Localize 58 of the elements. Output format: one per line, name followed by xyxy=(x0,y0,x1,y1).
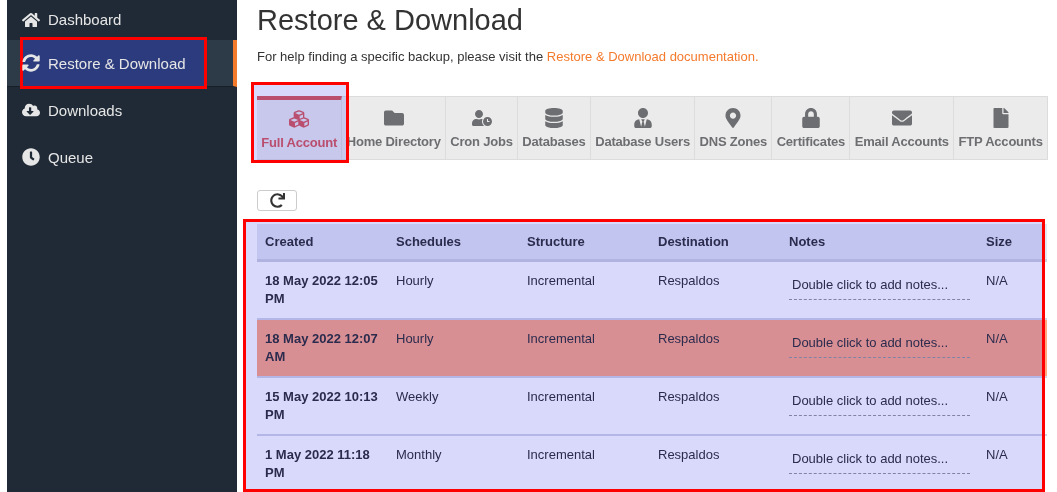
table-row[interactable]: 15 May 2022 10:13 PM Weekly Incremental Respaldos Double click to add notes... N/A xyxy=(257,377,1047,435)
table-cell: Respaldos xyxy=(650,377,781,435)
user-clock-icon xyxy=(471,107,492,128)
tab[interactable]: Databases xyxy=(518,96,591,160)
cubes-icon xyxy=(289,109,310,129)
table-cell: 18 May 2022 12:05 PM xyxy=(257,260,388,319)
table-row[interactable]: 18 May 2022 12:05 PM Hourly Incremental Respaldos Double click to add notes... N/A xyxy=(257,260,1047,319)
refresh-button[interactable] xyxy=(257,190,297,211)
tab[interactable]: Certificates xyxy=(772,96,851,160)
column-header: Structure xyxy=(519,223,650,261)
table-cell: N/A xyxy=(978,435,1047,492)
column-header: Destination xyxy=(650,223,781,261)
table-cell: N/A xyxy=(978,377,1047,435)
tab[interactable]: Cron Jobs xyxy=(446,96,519,160)
table-cell: Incremental xyxy=(519,260,650,319)
table-cell: Monthly xyxy=(388,435,519,492)
tab[interactable]: FTP Accounts xyxy=(954,96,1049,160)
tab[interactable]: Database Users xyxy=(590,96,696,160)
home-icon xyxy=(22,10,40,29)
sidebar-item[interactable]: Restore & Download xyxy=(7,40,237,87)
refresh-icon xyxy=(269,192,285,208)
tab[interactable]: Full Account xyxy=(257,96,343,160)
tab[interactable]: Email Accounts xyxy=(850,96,955,160)
column-header: Created xyxy=(257,223,388,261)
help-text: For help finding a specific backup, please visit the Restore & Download documentation. xyxy=(257,49,760,64)
table-cell: 1 May 2022 11:18 PM xyxy=(257,435,388,492)
table-cell: Incremental xyxy=(519,377,650,435)
database-icon xyxy=(544,107,564,128)
sidebar-item[interactable]: Downloads xyxy=(7,87,237,134)
table-cell: Respaldos xyxy=(650,435,781,492)
documentation-link[interactable]: Restore & Download documentation. xyxy=(546,49,759,64)
table-cell: Incremental xyxy=(519,319,650,377)
table-cell: N/A xyxy=(978,319,1047,377)
table-cell: Weekly xyxy=(388,377,519,435)
clock-icon xyxy=(22,148,40,166)
notes-field[interactable]: Double click to add notes... xyxy=(789,334,970,358)
cloud-download-icon xyxy=(22,101,40,119)
refresh-icon xyxy=(22,54,40,72)
table-cell: Hourly xyxy=(388,260,519,319)
tab[interactable]: DNS Zones xyxy=(695,96,773,160)
notes-field[interactable]: Double click to add notes... xyxy=(789,276,970,300)
sidebar-item[interactable]: Queue xyxy=(7,134,237,181)
notes-field[interactable]: Double click to add notes... xyxy=(789,450,970,474)
table-cell: Incremental xyxy=(519,435,650,492)
column-header: Schedules xyxy=(388,223,519,261)
table-cell: 18 May 2022 12:07 AM xyxy=(257,319,388,377)
page-title: Restore & Download xyxy=(257,4,524,37)
column-header: Size xyxy=(978,223,1047,261)
table-cell: N/A xyxy=(978,260,1047,319)
table-cell: 15 May 2022 10:13 PM xyxy=(257,377,388,435)
notes-field[interactable]: Double click to add notes... xyxy=(789,392,970,416)
column-header: Notes xyxy=(781,223,978,261)
user-icon xyxy=(632,107,653,128)
table-cell: Hourly xyxy=(388,319,519,377)
table-cell: Respaldos xyxy=(650,319,781,377)
sidebar-item[interactable]: Dashboard xyxy=(7,0,237,40)
lock-icon xyxy=(800,107,821,128)
table-cell: Respaldos xyxy=(650,260,781,319)
